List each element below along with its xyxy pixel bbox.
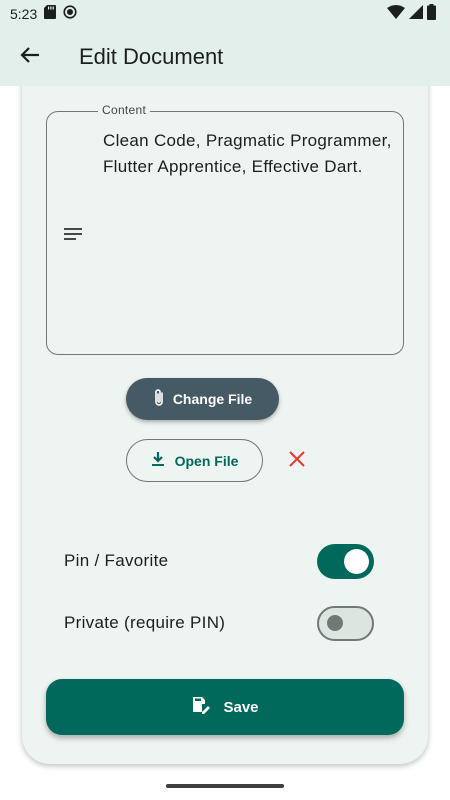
cell-signal-icon (409, 4, 423, 24)
sync-icon (63, 4, 77, 24)
save-label: Save (223, 698, 259, 716)
battery-icon (427, 3, 436, 25)
close-icon (289, 450, 305, 472)
status-bar: 5:23 (0, 0, 450, 28)
open-file-label: Open File (174, 452, 239, 469)
private-row: Private (require PIN) (64, 605, 374, 641)
paperclip-icon (153, 388, 165, 411)
private-switch[interactable] (317, 605, 374, 641)
save-button[interactable]: Save (46, 679, 404, 735)
content-area[interactable]: Content Clean Code, Pragmatic Programmer… (0, 86, 450, 774)
pin-favorite-row: Pin / Favorite (64, 543, 374, 579)
pin-favorite-switch-thumb (344, 548, 369, 574)
form-card: Content Clean Code, Pragmatic Programmer… (22, 86, 428, 764)
pin-favorite-switch[interactable] (317, 543, 374, 579)
change-file-label: Change File (172, 391, 253, 407)
notes-icon (62, 223, 84, 245)
content-field-label: Content (98, 103, 151, 117)
home-indicator[interactable] (166, 784, 284, 788)
private-switch-thumb (327, 615, 343, 631)
change-file-button[interactable]: Change File (126, 378, 279, 420)
status-time: 5:23 (10, 6, 38, 22)
back-button[interactable] (0, 28, 60, 86)
content-field[interactable]: Content Clean Code, Pragmatic Programmer… (46, 103, 404, 355)
private-label: Private (require PIN) (64, 613, 226, 632)
status-left: 5:23 (10, 4, 77, 24)
gesture-nav-bar (0, 774, 450, 800)
content-field-value[interactable]: Clean Code, Pragmatic Programmer, Flutte… (103, 128, 393, 180)
wifi-icon (387, 4, 405, 24)
pin-favorite-label: Pin / Favorite (64, 551, 169, 570)
save-as-icon (191, 696, 211, 718)
status-right (387, 3, 436, 25)
remove-file-button[interactable] (284, 448, 310, 474)
open-file-button[interactable]: Open File (126, 439, 263, 482)
sd-card-icon (44, 4, 57, 24)
arrow-back-icon (20, 45, 40, 70)
page-title: Edit Document (79, 44, 224, 69)
download-icon (151, 451, 165, 470)
app-bar: Edit Document (0, 28, 450, 86)
